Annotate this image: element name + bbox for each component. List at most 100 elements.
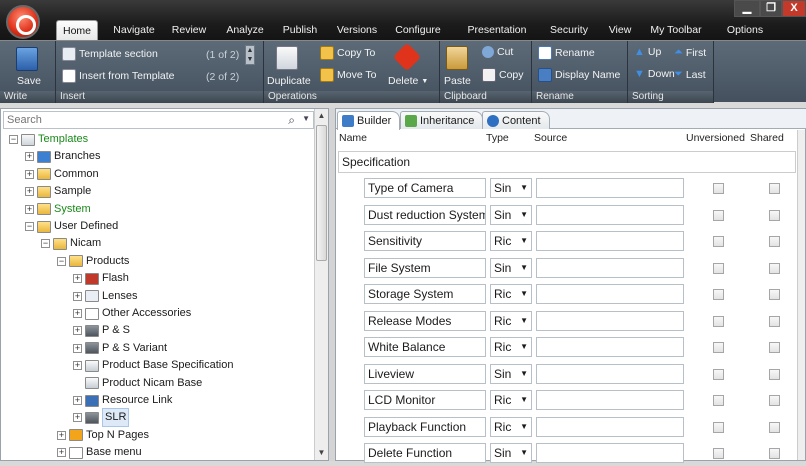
- unversioned-checkbox[interactable]: [713, 421, 724, 433]
- unversioned-checkbox[interactable]: [713, 368, 724, 380]
- tree-node[interactable]: + System: [25, 201, 91, 218]
- field-source-input[interactable]: [536, 390, 684, 410]
- chevron-down-icon[interactable]: ▼: [520, 206, 528, 224]
- shared-checkbox[interactable]: [769, 315, 780, 327]
- expand-toggle-icon[interactable]: +: [25, 169, 34, 179]
- scroll-up-icon[interactable]: ▲: [315, 109, 328, 123]
- shared-checkbox[interactable]: [769, 421, 780, 433]
- unversioned-checkbox[interactable]: [713, 262, 724, 274]
- insert-from-template-button[interactable]: Insert from Template: [62, 69, 175, 83]
- field-type-select[interactable]: Ric ▼: [490, 416, 532, 437]
- field-type-select[interactable]: Sin ▼: [490, 363, 532, 384]
- tree-node[interactable]: + Branches: [25, 148, 100, 165]
- tab-view[interactable]: View: [604, 20, 636, 40]
- tab-inheritance[interactable]: Inheritance: [400, 111, 484, 129]
- tree-node[interactable]: + Resource Link: [73, 392, 172, 409]
- move-to-button[interactable]: Move To: [320, 68, 377, 82]
- expand-toggle-icon[interactable]: +: [57, 448, 66, 458]
- delete-button[interactable]: Delete ▼: [388, 75, 428, 87]
- column-type[interactable]: Type: [486, 132, 509, 144]
- tree-node[interactable]: + SLR: [73, 408, 130, 428]
- field-source-input[interactable]: [536, 337, 684, 357]
- expand-toggle-icon[interactable]: +: [73, 274, 82, 284]
- rename-button[interactable]: Rename: [538, 46, 595, 60]
- field-name-input[interactable]: Release Modes: [364, 310, 486, 331]
- expand-toggle-icon[interactable]: +: [73, 361, 82, 371]
- shared-checkbox[interactable]: [769, 289, 780, 300]
- section-header[interactable]: Specification: [338, 151, 796, 173]
- column-unversioned[interactable]: Unversioned: [686, 132, 745, 144]
- tab-options[interactable]: Options: [718, 20, 772, 40]
- builder-scrollbar[interactable]: [797, 130, 805, 460]
- scroll-thumb[interactable]: [316, 125, 327, 261]
- chevron-down-icon[interactable]: ▼: [520, 179, 528, 197]
- chevron-down-icon[interactable]: ▼: [520, 365, 528, 383]
- shared-checkbox[interactable]: [769, 183, 780, 194]
- duplicate-button[interactable]: Duplicate: [267, 75, 311, 87]
- field-name-input[interactable]: Storage System: [364, 284, 486, 304]
- expand-toggle-icon[interactable]: +: [73, 396, 82, 405]
- save-button[interactable]: Save: [17, 75, 41, 87]
- tree-node[interactable]: + Top N Pages: [57, 427, 149, 444]
- column-shared[interactable]: Shared: [750, 132, 784, 144]
- field-name-input[interactable]: Liveview: [364, 363, 486, 384]
- expand-toggle-icon[interactable]: +: [25, 152, 34, 162]
- field-type-select[interactable]: Sin ▼: [490, 178, 532, 198]
- field-name-input[interactable]: LCD Monitor: [364, 390, 486, 410]
- chevron-down-icon[interactable]: ▼: [520, 232, 528, 250]
- unversioned-checkbox[interactable]: [713, 289, 724, 300]
- cut-button[interactable]: Cut: [482, 46, 513, 58]
- tree-node[interactable]: + Common: [25, 166, 99, 183]
- field-name-input[interactable]: Sensitivity: [364, 231, 486, 251]
- sort-first-button[interactable]: ⏶ First: [674, 46, 706, 59]
- field-name-input[interactable]: Dust reduction System: [364, 204, 486, 225]
- tree-node[interactable]: − User Defined: [25, 218, 118, 235]
- chevron-down-icon[interactable]: ▼: [520, 259, 528, 277]
- field-type-select[interactable]: Ric ▼: [490, 231, 532, 251]
- search-input[interactable]: [4, 112, 264, 128]
- field-source-input[interactable]: [536, 443, 684, 463]
- chevron-down-icon[interactable]: ▼: [520, 312, 528, 330]
- expand-toggle-icon[interactable]: +: [57, 430, 66, 440]
- paste-button[interactable]: Paste: [444, 75, 471, 87]
- field-source-input[interactable]: [536, 257, 684, 278]
- unversioned-checkbox[interactable]: [713, 183, 724, 194]
- field-source-input[interactable]: [536, 310, 684, 331]
- field-source-input[interactable]: [536, 204, 684, 225]
- close-button[interactable]: X: [782, 0, 806, 17]
- shared-checkbox[interactable]: [769, 395, 780, 406]
- chevron-down-icon[interactable]: ▼: [520, 444, 528, 462]
- tree-node[interactable]: Product Nicam Base: [73, 375, 202, 392]
- field-source-input[interactable]: [536, 416, 684, 437]
- app-menu-button[interactable]: [6, 5, 40, 39]
- tree-node[interactable]: + Lenses: [73, 288, 137, 305]
- display-name-button[interactable]: Display Name: [538, 68, 620, 82]
- chevron-down-icon[interactable]: ▼: [520, 418, 528, 436]
- sort-down-button[interactable]: ▼ Down: [634, 68, 675, 80]
- tab-presentation[interactable]: Presentation: [462, 20, 532, 40]
- tree-node[interactable]: − Templates: [9, 131, 88, 148]
- template-section-button[interactable]: Template section: [62, 47, 158, 61]
- unversioned-checkbox[interactable]: [713, 236, 724, 247]
- copy-to-button[interactable]: Copy To: [320, 46, 375, 60]
- tab-my-toolbar[interactable]: My Toolbar: [646, 20, 706, 40]
- field-type-select[interactable]: Sin ▼: [490, 443, 532, 463]
- shared-checkbox[interactable]: [769, 262, 780, 274]
- field-type-select[interactable]: Ric ▼: [490, 284, 532, 304]
- expand-toggle-icon[interactable]: +: [73, 413, 82, 423]
- tree-node[interactable]: + P & S Variant: [73, 340, 167, 357]
- tab-analyze[interactable]: Analyze: [222, 20, 268, 40]
- unversioned-checkbox[interactable]: [713, 315, 724, 327]
- field-name-input[interactable]: Delete Function: [364, 443, 486, 463]
- tab-builder[interactable]: Builder: [337, 111, 401, 130]
- tab-publish[interactable]: Publish: [278, 20, 322, 40]
- expand-toggle-icon[interactable]: +: [73, 326, 82, 336]
- tree-node[interactable]: + Base menu: [57, 444, 142, 461]
- unversioned-checkbox[interactable]: [713, 448, 724, 459]
- field-type-select[interactable]: Ric ▼: [490, 310, 532, 331]
- shared-checkbox[interactable]: [769, 342, 780, 353]
- field-name-input[interactable]: Type of Camera: [364, 178, 486, 198]
- tree-scrollbar[interactable]: ▲ ▼: [314, 109, 328, 460]
- expand-toggle-icon[interactable]: +: [73, 291, 82, 301]
- tree-node[interactable]: + Flash: [73, 270, 129, 287]
